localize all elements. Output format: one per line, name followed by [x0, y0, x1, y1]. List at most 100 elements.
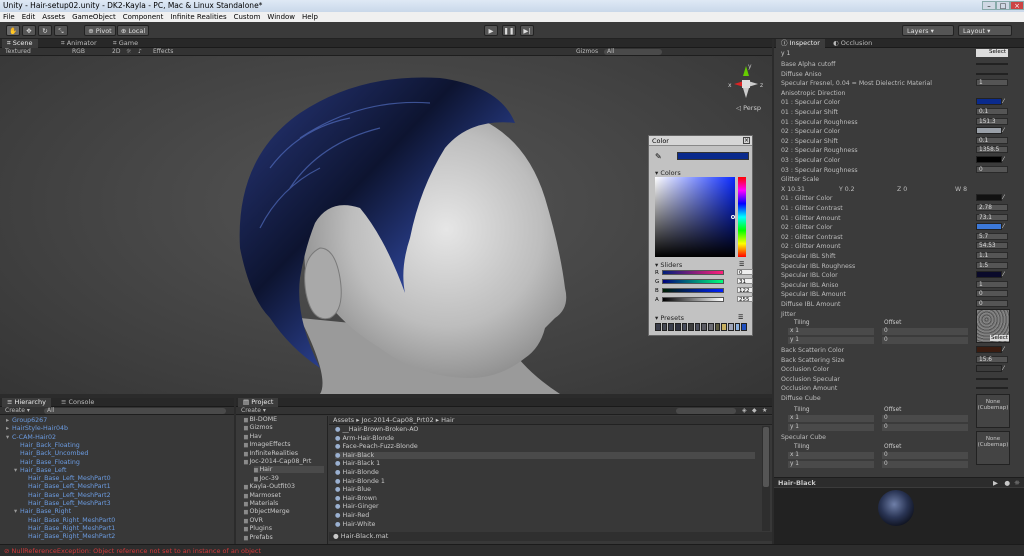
property-value-field[interactable]: 1358.5 [976, 146, 1008, 154]
scale-tool-button[interactable]: ⤡ [54, 25, 68, 36]
layers-dropdown[interactable]: Layers ▾ [902, 25, 954, 36]
menu-item-gameobject[interactable]: GameObject [72, 13, 116, 21]
local-toggle[interactable]: ⊕ Local [117, 25, 149, 36]
preset-swatch[interactable] [734, 323, 741, 331]
eyedropper-icon[interactable]: ⁄ [1003, 271, 1009, 278]
green-slider-row[interactable]: G 31 [655, 278, 753, 285]
preset-swatch[interactable] [668, 323, 674, 331]
hierarchy-item[interactable]: ▾ Hair_Base_Right [14, 508, 71, 515]
minimize-button[interactable]: – [982, 1, 996, 10]
folder-item[interactable]: ▆ Joc-2014-Cap08_Prt [244, 458, 311, 465]
2d-toggle[interactable]: 2D [112, 48, 120, 56]
property-slider[interactable] [976, 63, 1008, 65]
property-value-field[interactable]: 1.5 [976, 261, 1008, 269]
color-swatch[interactable] [976, 271, 1002, 279]
presets-section-label[interactable]: ▾ Presets [655, 314, 684, 322]
menu-item-help[interactable]: Help [302, 13, 318, 21]
folder-item[interactable]: ▆ OVR [244, 517, 263, 524]
tab-occlusion[interactable]: ◐ Occlusion [828, 39, 877, 48]
color-swatch[interactable] [976, 365, 1002, 373]
project-breadcrumb[interactable]: Assets ▸ Joc-2014-Cap08_Prt02 ▸ Hair [329, 416, 772, 425]
glitter-scale-z-field[interactable]: Z 0 [897, 186, 907, 193]
diffuse-cube-slot[interactable]: None (Cubemap) [976, 394, 1010, 428]
preview-play-icon[interactable]: ▶ [993, 479, 998, 487]
label-icon[interactable]: ◆ [752, 407, 757, 415]
color-swatch[interactable] [976, 346, 1002, 353]
folder-item[interactable]: ▆ Gizmos [244, 424, 273, 431]
jitter-offset-y[interactable]: 0 [882, 337, 968, 344]
specular-cube-tiling-y[interactable]: y 1 [788, 461, 874, 468]
eyedropper-icon[interactable]: ⁄ [1003, 98, 1009, 105]
property-value-field[interactable]: 2.78 [976, 204, 1008, 211]
asset-item[interactable]: ● Hair-Ginger [335, 503, 755, 510]
maximize-button[interactable]: □ [996, 1, 1010, 10]
folder-item[interactable]: ▆ ImageEffects [244, 441, 291, 448]
folder-item[interactable]: ▆ Marmoset [244, 492, 281, 499]
hierarchy-item[interactable]: ▸ Group6267 [6, 417, 47, 424]
glitter-scale-y-field[interactable]: Y 0.2 [839, 186, 855, 193]
eyedropper-icon[interactable]: ⁄ [1003, 346, 1009, 353]
preset-swatch[interactable] [681, 323, 688, 331]
sliders-section-label[interactable]: ▾ Sliders [655, 261, 682, 269]
lighting-icon[interactable]: ☼ [126, 48, 131, 56]
color-swatch[interactable] [976, 194, 1002, 202]
layout-dropdown[interactable]: Layout ▾ [958, 25, 1012, 36]
close-icon[interactable]: × [743, 137, 750, 144]
eyedropper-icon[interactable]: ⁄ [1003, 156, 1009, 163]
tab-console[interactable]: ≡ Console [56, 398, 99, 407]
eyedropper-icon[interactable]: ⁄ [1003, 194, 1009, 201]
hierarchy-item[interactable]: Hair_Back_Floating [14, 442, 80, 449]
preset-swatch[interactable] [728, 323, 734, 331]
play-button[interactable]: ▶ [484, 25, 498, 36]
hierarchy-item[interactable]: ▾ Hair_Base_Left [14, 467, 66, 474]
project-scrollbar[interactable] [762, 426, 770, 531]
scene-search-input[interactable]: All [604, 49, 662, 55]
pivot-toggle[interactable]: ⊕ Pivot [84, 25, 116, 36]
hierarchy-item[interactable]: Hair_Base_Floating [14, 459, 80, 466]
specular-cube-offset-y[interactable]: 0 [882, 461, 968, 468]
color-swatch[interactable] [976, 98, 1002, 106]
menu-item-edit[interactable]: Edit [22, 13, 36, 21]
property-value-field[interactable]: 151.3 [976, 117, 1008, 125]
color-swatch[interactable] [976, 127, 1002, 135]
asset-item[interactable]: ● Hair-Blue [335, 486, 755, 493]
glitter-scale-w-field[interactable]: W 8 [955, 186, 967, 193]
folder-item[interactable]: ▆ Hair [254, 466, 324, 474]
specular-cube-offset-x[interactable]: 0 [882, 452, 968, 459]
tab-project[interactable]: ▤ Project [238, 398, 279, 407]
preview-shape-icon[interactable]: ● [1004, 479, 1010, 487]
hierarchy-item[interactable]: Hair_Base_Left_MeshPart1 [22, 483, 111, 490]
asset-item[interactable]: ● Hair-Brown [335, 495, 755, 502]
gizmos-dropdown[interactable]: Gizmos [576, 48, 598, 56]
preset-swatch[interactable] [708, 323, 714, 331]
hand-tool-button[interactable]: ✋ [6, 25, 20, 36]
preset-swatch[interactable] [714, 323, 721, 331]
preset-swatch[interactable] [694, 323, 701, 331]
green-value-input[interactable]: 31 [737, 278, 753, 285]
eyedropper-icon[interactable]: ⁄ [1003, 365, 1009, 372]
status-bar[interactable]: ⊘ NullReferenceException: Object referen… [0, 544, 1024, 556]
property-value-field[interactable]: 1 [976, 280, 1008, 288]
property-value-field[interactable]: 0 [976, 300, 1008, 307]
alpha-slider-row[interactable]: A 255 [655, 296, 753, 303]
red-value-input[interactable]: 0 [737, 269, 753, 276]
glitter-scale-x-field[interactable]: X 10.31 [781, 186, 805, 193]
hierarchy-item[interactable]: Hair_Base_Right_MeshPart2 [22, 533, 115, 540]
folder-item[interactable]: ▆ Plugins [244, 525, 272, 532]
property-slider[interactable] [976, 72, 1008, 75]
asset-item[interactable]: ● Face-Peach-Fuzz-Blonde [335, 443, 755, 450]
hierarchy-search-input[interactable]: All [44, 408, 226, 414]
blue-value-input[interactable]: 122 [737, 287, 753, 294]
projection-label[interactable]: ◁ Persp [736, 104, 761, 112]
color-swatch[interactable] [976, 223, 1002, 231]
hue-slider[interactable] [738, 177, 746, 257]
asset-item[interactable]: ● Hair-Black [335, 451, 755, 459]
eyedropper-icon[interactable]: ✎ [655, 152, 662, 161]
preset-swatch[interactable] [661, 323, 668, 331]
property-value-field[interactable]: 5.7 [976, 232, 1008, 240]
menu-item-component[interactable]: Component [123, 13, 164, 21]
pause-button[interactable]: ❚❚ [502, 25, 516, 36]
diffuse-cube-tiling-x[interactable]: x 1 [788, 415, 874, 422]
property-value-field[interactable]: 73.1 [976, 213, 1008, 221]
project-create-dropdown[interactable]: Create ▾ [241, 407, 266, 415]
